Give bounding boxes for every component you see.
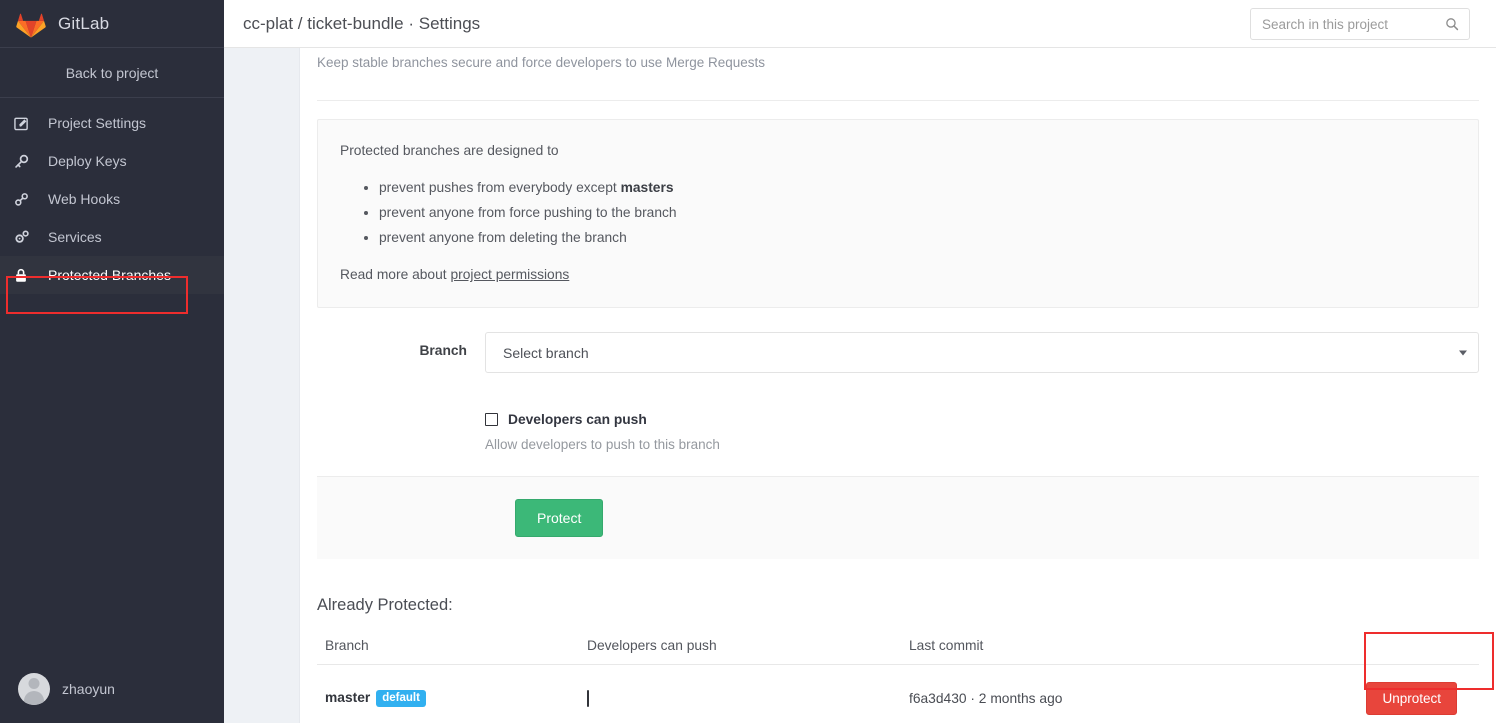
form-actions: Protect [317, 476, 1479, 559]
search-input[interactable] [1251, 15, 1431, 33]
column-header-last-commit: Last commit [901, 615, 1321, 665]
bullet-text: prevent anyone from force pushing to the… [379, 205, 677, 220]
developers-can-push-help: Allow developers to push to this branch [485, 437, 720, 452]
search-box[interactable] [1250, 8, 1470, 40]
info-panel: Protected branches are designed to preve… [317, 119, 1479, 308]
protect-branch-form: Branch Select branch Developers can push… [317, 308, 1479, 452]
section-divider [317, 100, 1479, 101]
column-header-branch: Branch [317, 615, 579, 665]
sidebar-item-label: Protected Branches [48, 267, 171, 283]
sidebar-nav: Project Settings Deploy Keys Web Hooks S… [0, 98, 224, 294]
avatar [18, 673, 50, 705]
status-badge: default [376, 690, 426, 707]
branch-select[interactable]: Select branch [485, 332, 1479, 373]
developers-can-push-row: Developers can push [485, 412, 1479, 427]
row-developers-can-push-checkbox[interactable] [587, 690, 589, 707]
gears-icon [14, 229, 38, 245]
edit-square-icon [14, 116, 38, 131]
bullet-bold: masters [620, 180, 674, 195]
branch-label: Branch [419, 343, 467, 358]
list-item: prevent anyone from deleting the branch [379, 227, 1456, 248]
table-row: master default f6a3d430 · 2 months ago Un… [317, 664, 1479, 723]
content-gutter [224, 48, 300, 723]
gitlab-logo-icon [16, 10, 46, 38]
developers-can-push-label: Developers can push [508, 412, 647, 427]
already-protected-title: Already Protected: [317, 596, 453, 614]
main-content: Keep stable branches secure and force de… [300, 48, 1496, 723]
protect-button[interactable]: Protect [515, 499, 604, 537]
project-permissions-link[interactable]: project permissions [450, 267, 569, 282]
sidebar-item-project-settings[interactable]: Project Settings [0, 104, 224, 142]
cell-branch: master default [317, 664, 579, 723]
gitlab-settings-page: GitLab Back to project Project Settings [0, 0, 1496, 723]
sidebar-item-protected-branches[interactable]: Protected Branches [0, 256, 224, 294]
sidebar-item-services[interactable]: Services [0, 218, 224, 256]
chevron-down-icon [1459, 350, 1467, 355]
sidebar-item-web-hooks[interactable]: Web Hooks [0, 180, 224, 218]
column-header-developers-can-push: Developers can push [579, 615, 901, 665]
sidebar-brand[interactable]: GitLab [0, 0, 224, 48]
sidebar-item-label: Project Settings [48, 115, 147, 131]
cell-last-commit: f6a3d430 · 2 months ago [901, 664, 1321, 723]
bullet-text: prevent anyone from deleting the branch [379, 230, 627, 245]
user-name: zhaoyun [62, 681, 115, 697]
list-item: prevent pushes from everybody except mas… [379, 177, 1456, 198]
unprotect-button[interactable]: Unprotect [1366, 682, 1457, 715]
cell-developers-can-push [579, 664, 901, 723]
table-header-row: Branch Developers can push Last commit [317, 615, 1479, 665]
sidebar-item-label: Services [48, 229, 102, 245]
search-icon[interactable] [1445, 17, 1459, 36]
cell-action: Unprotect [1321, 664, 1479, 723]
brand-label: GitLab [58, 13, 110, 33]
info-read-more: Read more about project permissions [340, 264, 1456, 285]
back-to-project-label: Back to project [65, 64, 159, 81]
key-icon [14, 154, 38, 169]
sidebar-item-label: Web Hooks [48, 191, 121, 207]
info-intro: Protected branches are designed to [340, 143, 559, 158]
branch-select-row: Branch Select branch Developers can push… [317, 332, 1479, 452]
lock-icon [14, 268, 38, 283]
branch-select-value: Select branch [503, 344, 589, 361]
page-subtitle: Keep stable branches secure and force de… [317, 55, 766, 70]
sidebar-user[interactable]: zhaoyun [0, 661, 224, 717]
info-bullet-list: prevent pushes from everybody except mas… [340, 177, 1456, 248]
branch-field: Select branch Developers can push Allow … [485, 332, 1479, 452]
bullet-text: prevent pushes from everybody except [379, 180, 621, 195]
branch-name: master [325, 690, 371, 705]
developers-can-push-checkbox[interactable] [485, 413, 498, 426]
list-item: prevent anyone from force pushing to the… [379, 202, 1456, 223]
sidebar-item-deploy-keys[interactable]: Deploy Keys [0, 142, 224, 180]
breadcrumb: cc-plat / ticket-bundle · Settings [243, 13, 481, 33]
protected-branches-table: Branch Developers can push Last commit m… [317, 615, 1479, 723]
column-header-action [1321, 615, 1479, 665]
link-icon [14, 192, 38, 207]
sidebar: GitLab Back to project Project Settings [0, 0, 224, 723]
read-more-prefix: Read more about [340, 267, 451, 282]
table-head: Branch Developers can push Last commit [317, 615, 1479, 665]
back-to-project-link[interactable]: Back to project [0, 48, 224, 98]
table-body: master default f6a3d430 · 2 months ago Un… [317, 664, 1479, 723]
top-header: cc-plat / ticket-bundle · Settings [224, 0, 1496, 48]
sidebar-item-label: Deploy Keys [48, 153, 127, 169]
